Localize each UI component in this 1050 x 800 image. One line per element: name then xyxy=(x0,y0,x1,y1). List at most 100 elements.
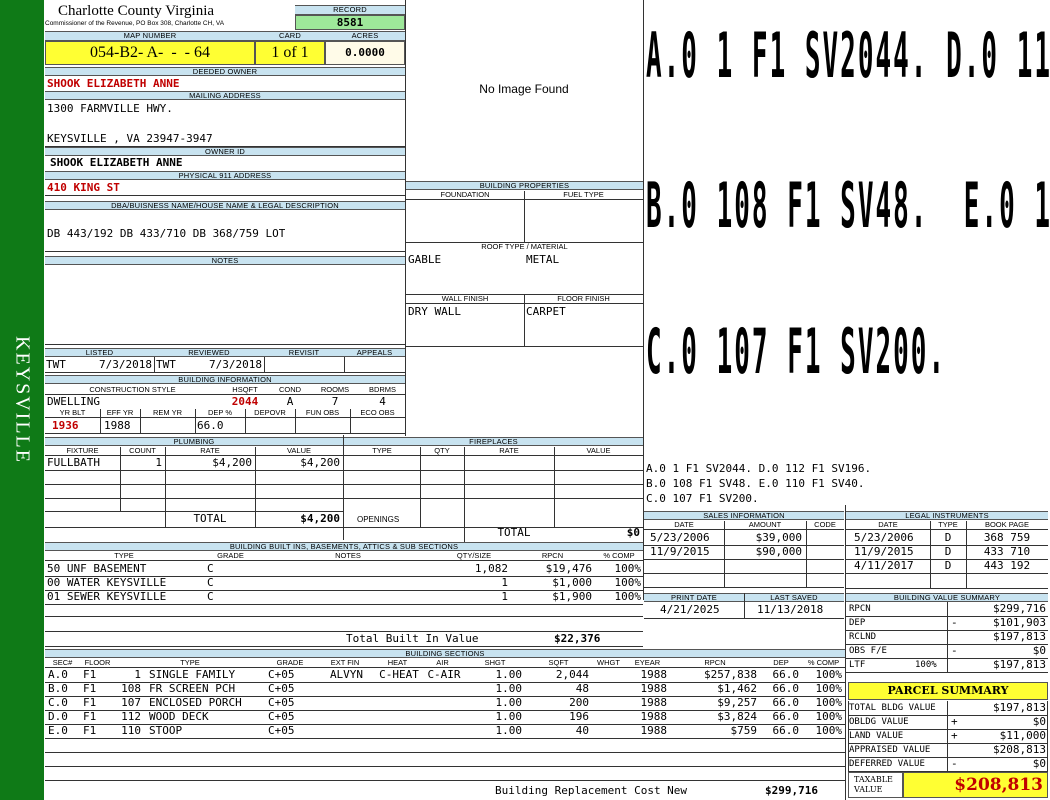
bvs-row-label: DEP xyxy=(849,618,866,628)
bvs-row-value: $197,813 xyxy=(993,658,1046,671)
sections-col-grade: GRADE xyxy=(265,659,315,668)
builtin-qty: 1,082 xyxy=(474,562,508,575)
last-saved-label: LAST SAVED xyxy=(744,593,844,602)
section-sqft: 48 xyxy=(575,682,589,695)
sections-col-floor: FLOOR xyxy=(80,659,115,668)
section-floor: F1 xyxy=(83,724,97,737)
sketch-line-2: B.0 108 F1 SV48. E.0 110 F1 SV40. xyxy=(646,172,1050,244)
section-dep: 66.0 xyxy=(772,668,800,681)
section-eyear: 1988 xyxy=(640,682,668,695)
bvs-row-sign: - xyxy=(951,616,958,629)
section-sqft: 200 xyxy=(569,696,589,709)
section-comp: 100% xyxy=(815,696,843,709)
reviewed-label: REVIEWED xyxy=(154,348,264,357)
fireplaces-col-qty: QTY xyxy=(420,447,464,456)
reviewed-by: TWT xyxy=(156,358,176,371)
sales-col-code: CODE xyxy=(806,521,844,530)
parcel-row-sign: + xyxy=(951,729,958,742)
parcel-row-label: APPRAISED VALUE xyxy=(849,745,931,755)
hsqft-label: HSQFT xyxy=(220,386,270,395)
sales-label: SALES INFORMATION xyxy=(644,511,844,520)
section-sec: A.0 xyxy=(48,668,68,681)
sales-col-date: DATE xyxy=(644,521,724,530)
record-label: RECORD xyxy=(295,5,405,15)
eco-obs-label: ECO OBS xyxy=(350,409,405,418)
fireplaces-col-value: VALUE xyxy=(554,447,643,456)
print-date-value: 4/21/2025 xyxy=(660,603,720,616)
builtin-type: 00 WATER KEYSVILLE xyxy=(47,576,167,589)
yr-blt-value: 1936 xyxy=(52,419,79,432)
builtin-qty: 1 xyxy=(501,576,508,589)
bvs-row-value: $101,903 xyxy=(993,616,1046,629)
section-type: FR SCREEN PCH xyxy=(149,682,236,695)
mailing-line2: KEYSVILLE , VA 23947-3947 xyxy=(47,132,213,145)
sales-amount: $39,000 xyxy=(755,531,802,544)
sections-col-type: TYPE xyxy=(115,659,265,668)
legal-book: 368 759 xyxy=(983,531,1031,544)
section-sqft: 40 xyxy=(575,724,589,737)
cond-label: COND xyxy=(270,386,310,395)
parcel-divider xyxy=(947,701,948,771)
section-sqft: 2,044 xyxy=(555,668,589,681)
legal-book: 443 192 xyxy=(983,559,1031,572)
print-date-label: PRINT DATE xyxy=(644,593,744,602)
section-num: 1 xyxy=(134,668,141,681)
section-rpcn: $3,824 xyxy=(717,710,757,723)
section-rpcn: $1,462 xyxy=(717,682,757,695)
fireplaces-total: $0 xyxy=(626,526,640,539)
fireplaces-col-rate: RATE xyxy=(464,447,554,456)
builtins-col-qty: QTY/SIZE xyxy=(438,552,510,561)
sections-col-ext: EXT FIN xyxy=(315,659,375,668)
parcel-row-label: LAND VALUE xyxy=(849,731,904,741)
builtin-comp: 100% xyxy=(614,590,642,603)
plumbing-label: PLUMBING xyxy=(45,437,343,446)
hsqft-value: 2044 xyxy=(231,395,259,408)
mailing-address-label: MAILING ADDRESS xyxy=(45,91,405,100)
parcel-summary-label: PARCEL SUMMARY xyxy=(848,682,1048,700)
listed-label: LISTED xyxy=(45,348,154,357)
builtin-type: 01 SEWER KEYSVILLE xyxy=(47,590,167,603)
county-name: Charlotte County Virginia xyxy=(58,3,215,19)
record-value: 8581 xyxy=(295,15,405,30)
wall-finish-value: DRY WALL xyxy=(408,305,461,318)
builtins-col-notes: NOTES xyxy=(258,552,438,561)
section-sec: D.0 xyxy=(48,710,68,723)
dep-pct-value: 66.0 xyxy=(197,419,224,432)
plumbing-total-label: TOTAL xyxy=(193,512,227,525)
yr-blt-label: YR BLT xyxy=(45,409,100,418)
legal-col-date: DATE xyxy=(846,521,930,530)
bvs-row-value: $299,716 xyxy=(993,602,1046,615)
construction-style-label: CONSTRUCTION STYLE xyxy=(45,386,220,395)
sales-amount: $90,000 xyxy=(755,545,802,558)
parcel-row-value: $0 xyxy=(1032,757,1046,770)
section-eyear: 1988 xyxy=(640,668,668,681)
rooms-label: ROOMS xyxy=(310,386,360,395)
builtins-col-rpcn: RPCN xyxy=(510,552,595,561)
row-divider xyxy=(846,672,1048,673)
section-sec: C.0 xyxy=(48,696,68,709)
acres-value: 0.0000 xyxy=(325,41,405,65)
builtin-rpcn: $1,900 xyxy=(552,590,592,603)
section-sec: B.0 xyxy=(48,682,68,695)
card-value: 1 of 1 xyxy=(255,41,325,65)
taxable-label: TAXABLE VALUE xyxy=(848,772,903,798)
plumbing-col-value: VALUE xyxy=(255,447,343,456)
map-number-value: 054-B2- A- - - 64 xyxy=(45,41,255,65)
legal-desc-value: DB 443/192 DB 433/710 DB 368/759 LOT xyxy=(47,227,286,240)
acres-label: ACRES xyxy=(325,31,405,41)
section-shgt: 1.00 xyxy=(495,668,523,681)
bldg-props-label: BUILDING PROPERTIES xyxy=(406,181,643,190)
sections-col-dep: DEP xyxy=(760,659,802,668)
parcel-row-sign: - xyxy=(951,757,958,770)
foundation-label: FOUNDATION xyxy=(406,191,524,200)
section-rpcn: $759 xyxy=(730,724,758,737)
floor-finish-label: FLOOR FINISH xyxy=(524,295,643,304)
sections-col-eyear: EYEAR xyxy=(625,659,670,668)
builtin-grade: C xyxy=(207,590,214,603)
section-comp: 100% xyxy=(815,710,843,723)
wall-finish-label: WALL FINISH xyxy=(406,295,524,304)
sections-col-whgt: WHGT xyxy=(592,659,625,668)
bdrms-label: BDRMS xyxy=(360,386,405,395)
legal-date: 4/11/2017 xyxy=(854,559,914,572)
sections-col-rpcn: RPCN xyxy=(670,659,760,668)
